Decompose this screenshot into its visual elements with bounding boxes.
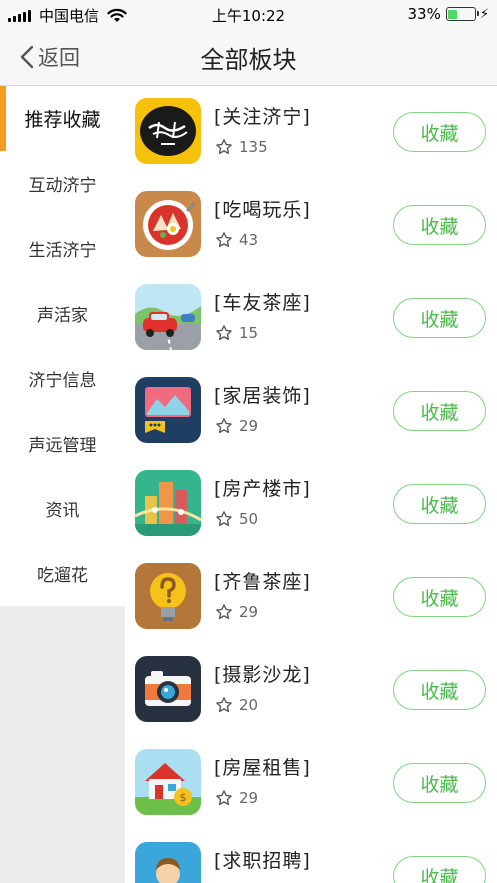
favorite-count-value: 15 bbox=[239, 324, 259, 342]
favorite-count-value: 135 bbox=[239, 138, 268, 156]
favorite-count-value: 43 bbox=[239, 231, 259, 249]
category-sidebar: 推荐收藏 互动济宁 生活济宁 声活家 济宁信息 声远管理 资讯 吃遛花 bbox=[0, 86, 125, 883]
favorite-count: 29 bbox=[215, 417, 258, 435]
sidebar-item-management[interactable]: 声远管理 bbox=[0, 411, 125, 476]
star-icon bbox=[216, 232, 232, 248]
board-title[interactable]: [房屋租售] bbox=[214, 753, 311, 780]
sidebar-item-label: 声活家 bbox=[37, 306, 88, 326]
favorite-button[interactable]: 收藏 bbox=[393, 112, 486, 152]
list-item: [家居装饰] 29 收藏 bbox=[125, 365, 497, 458]
list-item: [求职招聘] 收藏 bbox=[125, 830, 497, 883]
real-estate-icon bbox=[135, 470, 201, 536]
svg-text:$: $ bbox=[180, 791, 187, 804]
favorite-button[interactable]: 收藏 bbox=[393, 391, 486, 431]
favorite-button[interactable]: 收藏 bbox=[393, 298, 486, 338]
status-bar: 中国电信 上午10:22 33% ⚡ bbox=[0, 0, 497, 28]
board-title[interactable]: [摄影沙龙] bbox=[214, 660, 311, 687]
sidebar-item-label: 互动济宁 bbox=[28, 176, 97, 196]
board-title[interactable]: [齐鲁茶座] bbox=[214, 567, 311, 594]
sidebar-item-life-jining[interactable]: 生活济宁 bbox=[0, 216, 125, 281]
job-person-icon bbox=[135, 842, 201, 883]
favorite-count: 135 bbox=[215, 138, 268, 156]
charging-bolt-icon: ⚡ bbox=[479, 6, 489, 22]
battery-percent: 33% bbox=[407, 5, 441, 23]
favorite-count-value: 20 bbox=[239, 696, 259, 714]
sidebar-item-label: 声远管理 bbox=[28, 436, 97, 456]
favorite-count-value: 29 bbox=[239, 417, 259, 435]
favorite-button[interactable]: 收藏 bbox=[393, 670, 486, 710]
favorite-button[interactable]: 收藏 bbox=[393, 484, 486, 524]
favorite-count: 50 bbox=[215, 510, 258, 528]
sidebar-item-label: 推荐收藏 bbox=[24, 109, 101, 131]
favorite-count: 43 bbox=[215, 231, 258, 249]
list-item: $ [房屋租售] 29 收藏 bbox=[125, 737, 497, 830]
star-icon bbox=[216, 604, 232, 620]
list-item: [吃喝玩乐] 43 收藏 bbox=[125, 179, 497, 272]
sidebar-item-label: 吃遛花 bbox=[37, 566, 88, 586]
favorite-count: 20 bbox=[215, 696, 258, 714]
page-title: 全部板块 bbox=[200, 46, 297, 74]
house-sale-icon: $ bbox=[135, 749, 201, 815]
favorite-count-value: 29 bbox=[239, 603, 259, 621]
board-title[interactable]: [关注济宁] bbox=[214, 102, 311, 129]
sidebar-item-recommended[interactable]: 推荐收藏 bbox=[0, 86, 125, 151]
favorite-button[interactable]: 收藏 bbox=[393, 856, 486, 883]
star-icon bbox=[216, 511, 232, 527]
list-item: [齐鲁茶座] 29 收藏 bbox=[125, 551, 497, 644]
board-title[interactable]: [房产楼市] bbox=[214, 474, 311, 501]
sidebar-item-voice-home[interactable]: 声活家 bbox=[0, 281, 125, 346]
favorite-button[interactable]: 收藏 bbox=[393, 763, 486, 803]
sidebar-item-label: 济宁信息 bbox=[28, 371, 97, 391]
star-icon bbox=[216, 325, 232, 341]
board-list: [关注济宁] 135 收藏 [吃喝玩乐] 43 收藏 [车友茶座] 15 收藏 … bbox=[125, 86, 497, 883]
board-title[interactable]: [求职招聘] bbox=[214, 846, 311, 873]
sidebar-item-news[interactable]: 资讯 bbox=[0, 476, 125, 541]
favorite-count-value: 29 bbox=[239, 789, 259, 807]
star-icon bbox=[216, 697, 232, 713]
sidebar-item-food[interactable]: 吃遛花 bbox=[0, 541, 125, 606]
favorite-button[interactable]: 收藏 bbox=[393, 205, 486, 245]
list-item: [车友茶座] 15 收藏 bbox=[125, 272, 497, 365]
star-icon bbox=[216, 790, 232, 806]
camera-icon bbox=[135, 656, 201, 722]
favorite-count: 29 bbox=[215, 603, 258, 621]
nav-bar: 返回 全部板块 bbox=[0, 28, 497, 86]
battery-icon bbox=[445, 7, 479, 21]
lightbulb-question-icon bbox=[135, 563, 201, 629]
list-item: [房产楼市] 50 收藏 bbox=[125, 458, 497, 551]
favorite-count: 15 bbox=[215, 324, 258, 342]
favorite-button[interactable]: 收藏 bbox=[393, 577, 486, 617]
star-icon bbox=[216, 139, 232, 155]
sidebar-item-label: 资讯 bbox=[45, 501, 80, 521]
board-title[interactable]: [吃喝玩乐] bbox=[214, 195, 311, 222]
list-item: [摄影沙龙] 20 收藏 bbox=[125, 644, 497, 737]
board-title[interactable]: [家居装饰] bbox=[214, 381, 311, 408]
list-item: [关注济宁] 135 收藏 bbox=[125, 86, 497, 179]
food-plate-icon bbox=[135, 191, 201, 257]
board-title[interactable]: [车友茶座] bbox=[214, 288, 311, 315]
favorite-count-value: 50 bbox=[239, 510, 259, 528]
car-icon bbox=[135, 284, 201, 350]
favorite-count: 29 bbox=[215, 789, 258, 807]
sidebar-item-jining-info[interactable]: 济宁信息 bbox=[0, 346, 125, 411]
star-icon bbox=[216, 418, 232, 434]
home-decor-icon bbox=[135, 377, 201, 443]
sidebar-item-interactive-jining[interactable]: 互动济宁 bbox=[0, 151, 125, 216]
follow-jining-icon bbox=[135, 98, 201, 164]
sidebar-item-label: 生活济宁 bbox=[28, 241, 97, 261]
